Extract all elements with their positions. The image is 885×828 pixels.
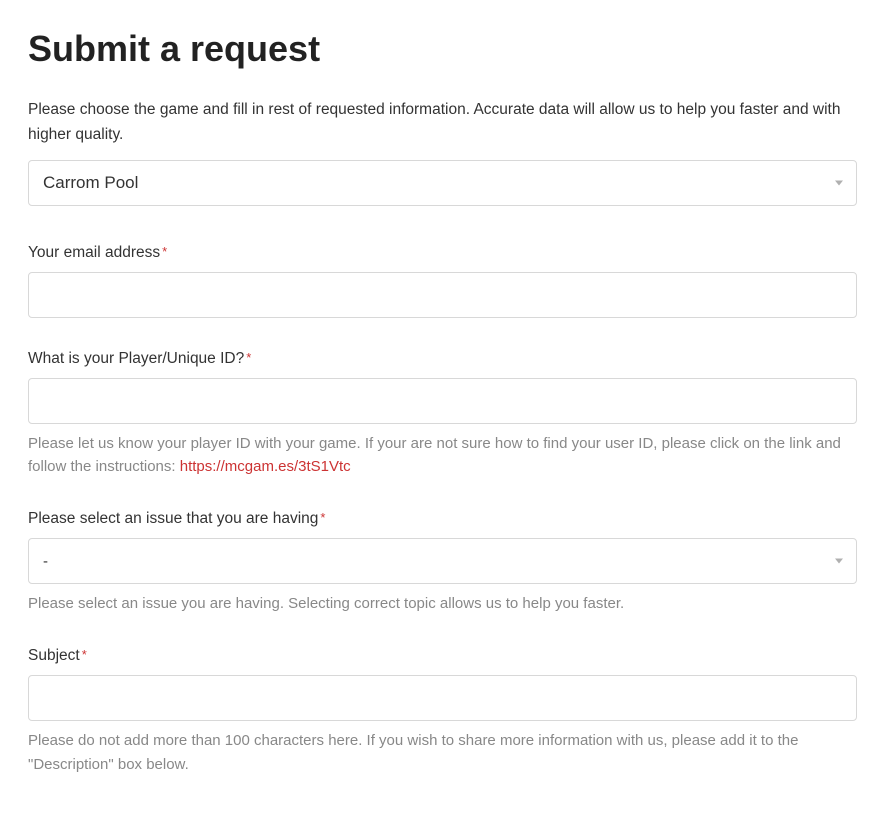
required-asterisk: * bbox=[82, 647, 87, 662]
player-id-helper-text: Please let us know your player ID with y… bbox=[28, 435, 841, 475]
page-title: Submit a request bbox=[28, 28, 857, 70]
issue-select-value: - bbox=[43, 553, 48, 570]
email-label-text: Your email address bbox=[28, 244, 160, 261]
required-asterisk: * bbox=[162, 244, 167, 259]
game-select[interactable]: Carrom Pool bbox=[28, 160, 857, 206]
player-id-label-text: What is your Player/Unique ID? bbox=[28, 350, 244, 367]
issue-label: Please select an issue that you are havi… bbox=[28, 510, 857, 528]
subject-label: Subject* bbox=[28, 647, 857, 665]
required-asterisk: * bbox=[246, 350, 251, 365]
player-id-label: What is your Player/Unique ID?* bbox=[28, 350, 857, 368]
email-label: Your email address* bbox=[28, 244, 857, 262]
issue-select[interactable]: - bbox=[28, 538, 857, 584]
player-id-helper-link[interactable]: https://mcgam.es/3tS1Vtc bbox=[180, 458, 351, 475]
subject-helper: Please do not add more than 100 characte… bbox=[28, 729, 857, 776]
subject-field[interactable] bbox=[28, 675, 857, 721]
intro-text: Please choose the game and fill in rest … bbox=[28, 98, 857, 148]
issue-label-text: Please select an issue that you are havi… bbox=[28, 510, 318, 527]
player-id-helper: Please let us know your player ID with y… bbox=[28, 432, 857, 479]
player-id-field[interactable] bbox=[28, 378, 857, 424]
email-field[interactable] bbox=[28, 272, 857, 318]
required-asterisk: * bbox=[320, 510, 325, 525]
issue-helper: Please select an issue you are having. S… bbox=[28, 592, 857, 615]
subject-label-text: Subject bbox=[28, 647, 80, 664]
game-select-value: Carrom Pool bbox=[43, 173, 138, 193]
